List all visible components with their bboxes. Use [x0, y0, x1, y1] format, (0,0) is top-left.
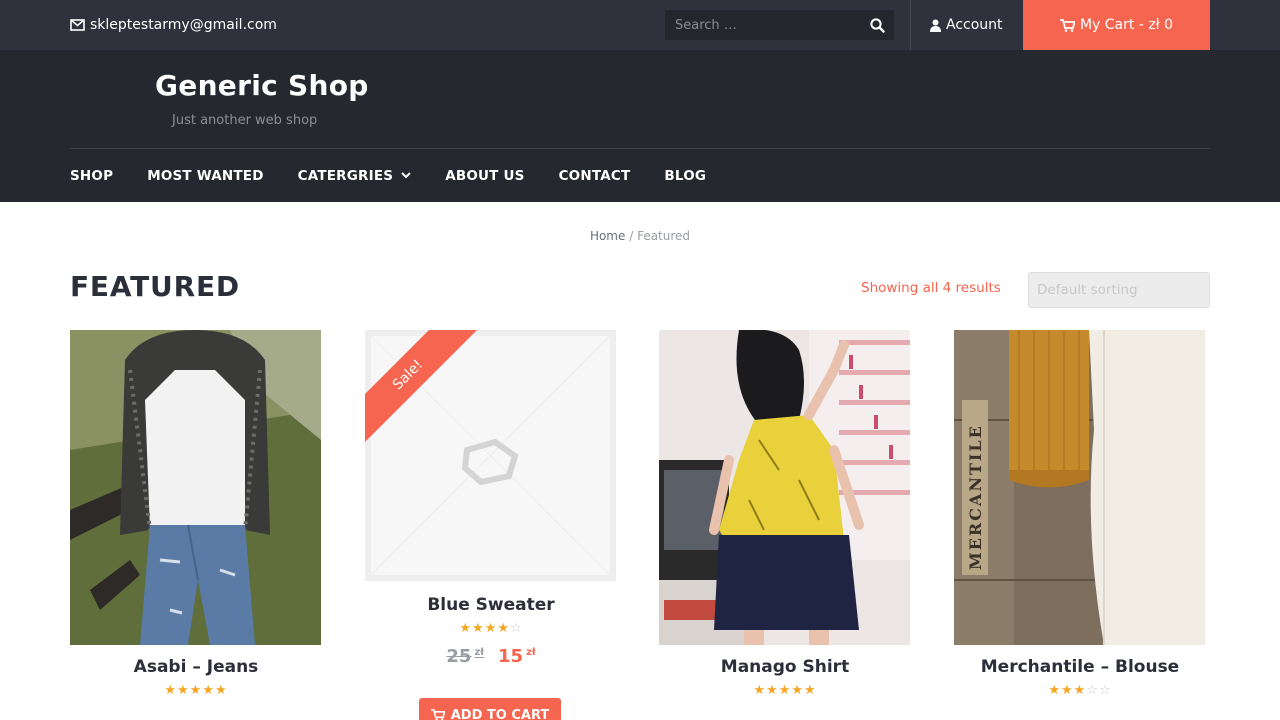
nav-item-blog[interactable]: BLOG: [664, 168, 706, 184]
sorting-select[interactable]: Default sorting: [1028, 272, 1210, 308]
nav-item-label: SHOP: [70, 167, 114, 184]
site-tagline: Just another web shop: [172, 113, 318, 128]
product-title[interactable]: Merchantile – Blouse: [954, 657, 1206, 677]
chevron-down-icon: [401, 172, 411, 179]
product-title[interactable]: Blue Sweater: [365, 595, 617, 615]
search-input[interactable]: [665, 10, 860, 40]
old-price: 25 zł: [446, 646, 484, 667]
site-title[interactable]: Generic Shop: [155, 69, 369, 102]
contact-email-text: skleptestarmy@gmail.com: [90, 17, 277, 33]
breadcrumb: Home / Featured: [0, 229, 1280, 243]
rating-stars: ★★★☆☆: [1048, 683, 1112, 698]
product-card: MERCANTILE Merchantile – Blouse ★★★☆☆: [954, 330, 1206, 698]
top-bar: skleptestarmy@gmail.com Account My Cart …: [0, 0, 1280, 50]
sale-price-value: 15: [498, 646, 524, 667]
currency: zł: [526, 647, 536, 658]
breadcrumb-separator: /: [629, 229, 634, 243]
add-to-cart-button[interactable]: ADD TO CART: [419, 698, 561, 720]
nav-item-label: BLOG: [664, 167, 707, 184]
topbar-divider: [910, 0, 911, 50]
old-price-value: 25: [446, 646, 472, 667]
page-title: FEATURED: [70, 270, 240, 303]
currency: zł: [474, 647, 484, 658]
nav-item-about-us[interactable]: ABOUT US: [445, 168, 524, 184]
rating-stars: ★★★★★: [164, 683, 228, 698]
search-form: [665, 10, 894, 40]
cart-label: My Cart - zł 0: [1079, 17, 1174, 33]
nav-item-label: CONTACT: [558, 167, 631, 184]
nav-item-categories[interactable]: CATERGRIES: [298, 168, 412, 184]
product-image-placeholder[interactable]: Sale!: [365, 330, 616, 581]
nav-item-shop[interactable]: SHOP: [70, 168, 113, 184]
cart-button[interactable]: My Cart - zł 0: [1023, 0, 1210, 50]
account-link[interactable]: Account: [930, 0, 1003, 50]
user-icon: [930, 19, 941, 32]
product-card: Manago Shirt ★★★★★: [659, 330, 911, 698]
rating-stars: ★★★★☆: [459, 621, 523, 636]
price: 25 zł 15 zł: [365, 646, 617, 667]
main-nav: SHOP MOST WANTED CATERGRIES ABOUT US CON…: [70, 149, 740, 202]
breadcrumb-current: Featured: [637, 229, 691, 243]
sale-price: 15 zł: [498, 646, 536, 667]
cart-icon: [1059, 18, 1075, 32]
nav-item-label: CATERGRIES: [297, 167, 394, 184]
product-image-jeans[interactable]: [70, 330, 321, 645]
nav-item-most-wanted[interactable]: MOST WANTED: [147, 168, 263, 184]
product-card: Sale! Blue Sweater ★★★★☆ 25 zł 15 zł ADD T…: [365, 330, 617, 720]
cart-icon: [430, 709, 445, 720]
nav-item-label: MOST WANTED: [147, 167, 264, 184]
result-count: Showing all 4 results: [861, 280, 1001, 296]
product-card: Asabi – Jeans ★★★★★: [70, 330, 322, 698]
product-image-shirt[interactable]: [659, 330, 910, 645]
svg-text:MERCANTILE: MERCANTILE: [966, 424, 985, 570]
site-header: Generic Shop Just another web shop SHOP …: [0, 50, 1280, 202]
breadcrumb-home[interactable]: Home: [590, 229, 625, 243]
contact-email[interactable]: skleptestarmy@gmail.com: [70, 0, 277, 50]
account-label: Account: [946, 17, 1003, 33]
envelope-icon: [70, 19, 85, 31]
product-title[interactable]: Manago Shirt: [659, 657, 911, 677]
product-image-blouse[interactable]: MERCANTILE: [954, 330, 1205, 645]
nav-item-label: ABOUT US: [445, 167, 525, 184]
search-icon: [869, 17, 885, 33]
rating-stars: ★★★★★: [753, 683, 817, 698]
add-to-cart-label: ADD TO CART: [450, 707, 550, 720]
nav-item-contact[interactable]: CONTACT: [559, 168, 631, 184]
search-button[interactable]: [860, 10, 894, 40]
product-title[interactable]: Asabi – Jeans: [70, 657, 322, 677]
